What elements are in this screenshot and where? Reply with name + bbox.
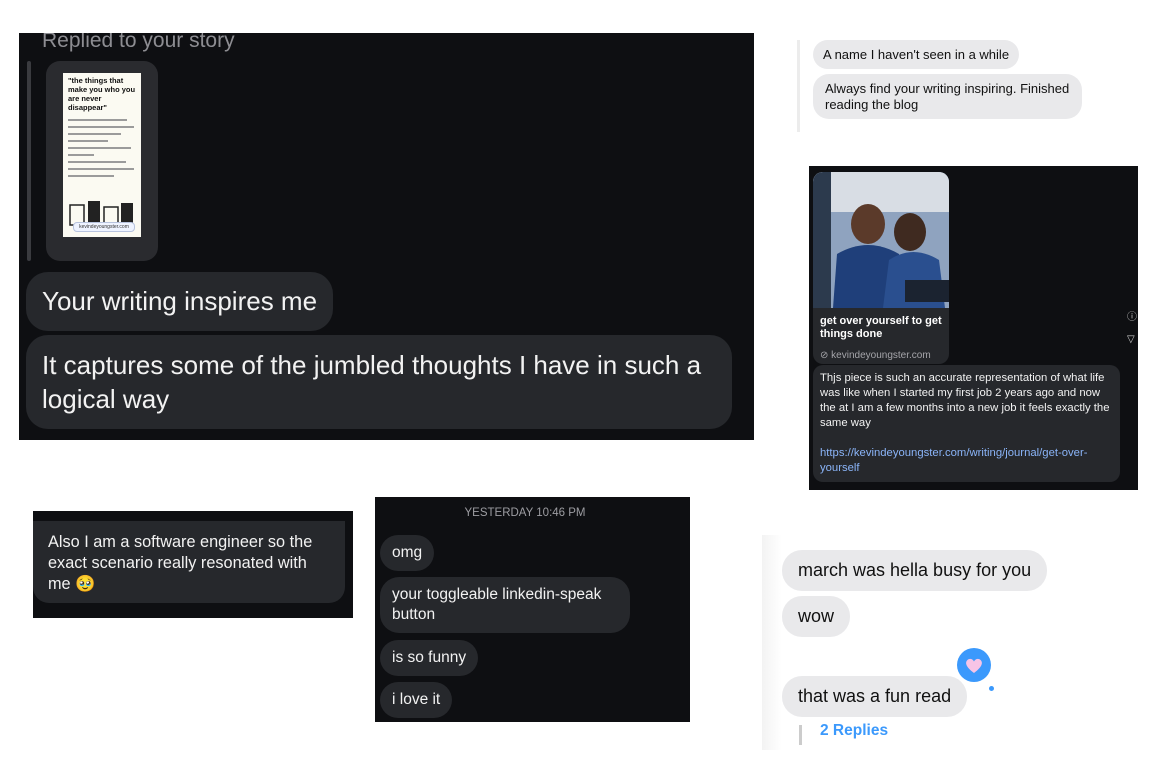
message-bubble[interactable]: Thjs piece is such an accurate represent…: [813, 365, 1120, 482]
heart-reaction-badge[interactable]: [957, 648, 991, 682]
message-bubble[interactable]: is so funny: [380, 640, 479, 676]
story-url-badge: kevindeyoungster.com: [73, 222, 135, 232]
replies-link[interactable]: 2 Replies: [820, 722, 888, 740]
dark-message-panel: Also I am a software engineer so the exa…: [33, 511, 353, 618]
light-reply-thread-panel: A name I haven't seen in a while Always …: [797, 40, 1087, 132]
message-bubble[interactable]: i love it: [380, 682, 453, 718]
link-preview-card[interactable]: get over yourself to get things done ⊘ k…: [813, 172, 949, 364]
message-bubble[interactable]: It captures some of the jumbled thoughts…: [26, 335, 732, 429]
message-text: Thjs piece is such an accurate represent…: [820, 372, 1110, 429]
link-domain: ⊘ kevindeyoungster.com: [820, 350, 931, 361]
message-bubble[interactable]: omg: [380, 535, 435, 571]
pleading-face-emoji: 🥹: [75, 575, 96, 593]
replies-thread-line: [799, 725, 802, 745]
message-bubble[interactable]: that was a fun read: [782, 676, 968, 717]
story-thumbnail[interactable]: "the things that make you who you are ne…: [46, 61, 158, 261]
message-bubble[interactable]: Always find your writing inspiring. Fini…: [813, 74, 1082, 119]
message-bubble[interactable]: A name I haven't seen in a while: [813, 40, 1020, 69]
thread-indicator-line: [797, 40, 800, 132]
globe-icon: ⊘: [820, 350, 829, 361]
heart-icon: [966, 658, 982, 673]
dark-chat-panel: YESTERDAY 10:46 PM omg your toggleable l…: [375, 497, 690, 722]
link-domain-text: kevindeyoungster.com: [831, 350, 931, 361]
message-bubble[interactable]: your toggleable linkedin-speak button: [380, 577, 630, 633]
filter-icon[interactable]: ▽: [1127, 334, 1135, 345]
reply-indicator-bar: [27, 61, 31, 261]
link-preview-image: [813, 172, 949, 308]
story-preview-page: "the things that make you who you are ne…: [63, 73, 141, 237]
light-chat-panel: march was hella busy for you wow that wa…: [762, 535, 1160, 750]
message-link[interactable]: https://kevindeyoungster.com/writing/jou…: [820, 447, 1088, 474]
story-reply-label: Replied to your story: [42, 33, 235, 52]
message-bubble[interactable]: Your writing inspires me: [26, 272, 334, 331]
reaction-tail-dot: [989, 686, 994, 691]
story-title: "the things that make you who you are ne…: [68, 76, 136, 112]
story-reply-panel: Replied to your story "the things that m…: [19, 33, 754, 440]
message-bubble[interactable]: wow: [782, 596, 851, 637]
link-title: get over yourself to get things done: [820, 315, 942, 340]
panel-edge-shadow: [762, 535, 782, 750]
message-bubble[interactable]: Also I am a software engineer so the exa…: [33, 521, 345, 603]
link-share-panel: get over yourself to get things done ⊘ k…: [809, 166, 1138, 490]
info-icon[interactable]: ⓘ: [1127, 308, 1137, 323]
message-timestamp: YESTERDAY 10:46 PM: [464, 507, 586, 519]
story-text-lines: [68, 119, 134, 182]
message-bubble[interactable]: march was hella busy for you: [782, 550, 1048, 591]
